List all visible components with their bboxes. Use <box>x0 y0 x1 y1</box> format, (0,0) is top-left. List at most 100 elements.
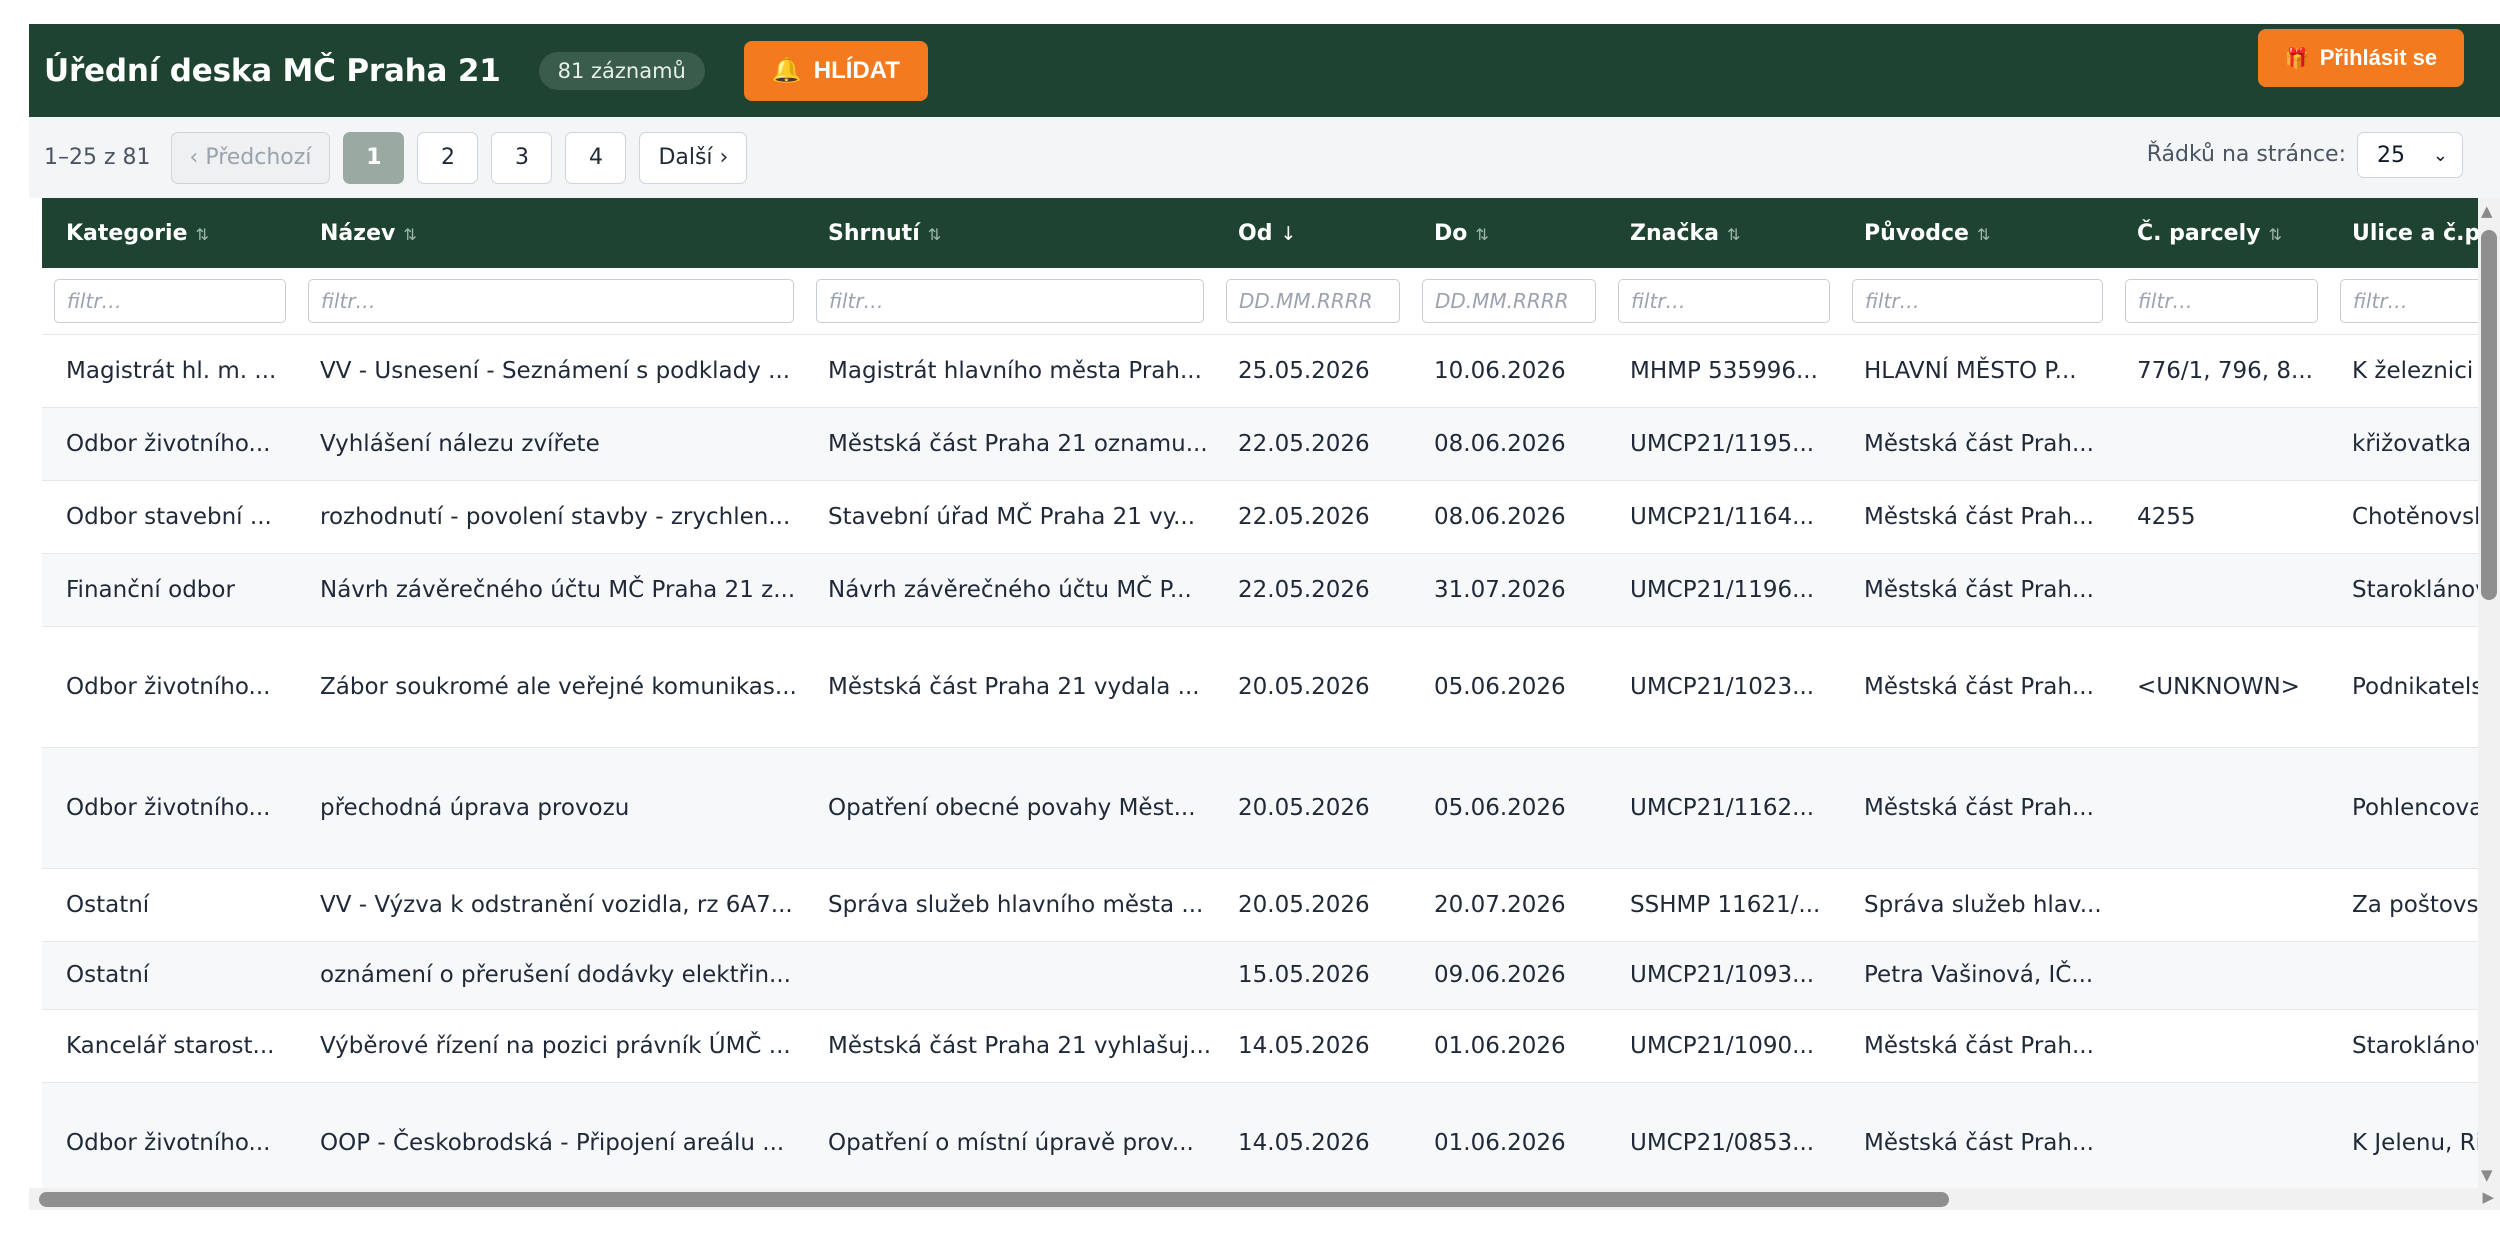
table-filter-row: filtr… filtr… filtr… DD.MM.RRRR DD.MM.RRRR fi… <box>42 268 2478 335</box>
column-header[interactable]: Značka ⇅ <box>1606 198 1840 268</box>
table-cell: UMCP21/1023... <box>1606 626 1840 748</box>
table-cell: K železnici <box>2328 334 2478 408</box>
table-cell: Výběrové řízení na pozici právník ÚMČ ..… <box>296 1009 804 1083</box>
table-cell: Městská část Prah... <box>1840 1082 2113 1188</box>
sort-icon[interactable]: ⇅ <box>403 225 416 244</box>
table-cell: Městská část Prah... <box>1840 480 2113 554</box>
table-cell: Městská část Praha 21 vyhlašuj... <box>804 1009 1214 1083</box>
page-title: Úřední deska MČ Praha 21 <box>44 52 501 89</box>
table-row[interactable]: Magistrát hl. m. ... VV - Usnesení - Sezn… <box>42 334 2478 408</box>
sort-icon[interactable]: ⇅ <box>1475 225 1488 244</box>
column-filter-input[interactable]: filtr… <box>816 278 1204 323</box>
table-cell: Odbor stavební ... <box>42 480 296 554</box>
column-filter-input[interactable]: filtr… <box>308 278 794 323</box>
filter-cell: filtr… <box>2113 268 2328 335</box>
page-button-3[interactable]: 3 <box>491 131 553 184</box>
page-button-1[interactable]: 1 <box>343 131 405 184</box>
table-cell <box>2113 553 2328 627</box>
table-row[interactable]: Odbor životního... Zábor soukromé ale veř… <box>42 626 2478 748</box>
scroll-right-icon[interactable]: ▶ <box>2482 1188 2494 1206</box>
table-cell: UMCP21/1093... <box>1606 941 1840 1010</box>
column-header[interactable]: Do ⇅ <box>1410 198 1606 268</box>
table-row[interactable]: Odbor životního... OOP - Českobrodská - P… <box>42 1082 2478 1188</box>
scroll-up-icon[interactable]: ▲ <box>2481 202 2493 220</box>
table-cell: Za poštovs <box>2328 868 2478 942</box>
column-filter-input[interactable]: filtr… <box>54 278 286 323</box>
page-button-2[interactable]: 2 <box>417 131 479 184</box>
filter-cell: filtr… <box>296 268 804 335</box>
table-cell: Ostatní <box>42 941 296 1010</box>
column-header-label: Kategorie <box>66 220 188 246</box>
column-filter-input[interactable]: filtr… <box>1852 278 2103 323</box>
horizontal-scrollbar[interactable]: ▶ <box>29 1188 2500 1210</box>
column-header[interactable]: Ulice a č.p. <box>2328 198 2478 268</box>
table-cell <box>2328 941 2478 1010</box>
watch-button-label: HLÍDAT <box>813 56 900 84</box>
table-row[interactable]: Odbor životního... Vyhlášení nálezu zvíře… <box>42 407 2478 481</box>
column-filter-input[interactable]: DD.MM.RRRR <box>1422 278 1596 323</box>
column-header[interactable]: Název ⇅ <box>296 198 804 268</box>
column-filter-input[interactable]: filtr… <box>2125 278 2318 323</box>
watch-button[interactable]: 🔔 HLÍDAT <box>743 40 928 101</box>
table-cell: Kancelář starost... <box>42 1009 296 1083</box>
table-cell: 20.07.2026 <box>1410 868 1606 942</box>
filter-cell: filtr… <box>1606 268 1840 335</box>
next-page-button[interactable]: Další › <box>639 131 748 184</box>
page-button-4[interactable]: 4 <box>565 131 627 184</box>
login-button[interactable]: 🎁 Přihlásit se <box>2258 29 2464 87</box>
table-row[interactable]: Ostatní VV - Výzva k odstranění vozidla, … <box>42 868 2478 942</box>
table-cell: Magistrát hl. m. ... <box>42 334 296 408</box>
sort-icon[interactable]: ⇅ <box>2268 225 2281 244</box>
table-cell: Chotěnovsk <box>2328 480 2478 554</box>
sort-icon[interactable]: ⇅ <box>196 225 209 244</box>
horizontal-scroll-thumb[interactable] <box>39 1192 1949 1207</box>
scroll-down-icon[interactable]: ▼ <box>2481 1166 2493 1184</box>
app-header: Úřední deska MČ Praha 21 81 záznamů 🔔 HL… <box>29 24 2500 117</box>
column-header-label: Od <box>1238 220 1273 246</box>
table-row[interactable]: Odbor životního... přechodná úprava provo… <box>42 747 2478 869</box>
table-cell: Městská část Prah... <box>1840 1009 2113 1083</box>
column-header-label: Ulice a č.p. <box>2352 220 2478 246</box>
table-cell: SSHMP 11621/... <box>1606 868 1840 942</box>
vertical-scroll-thumb[interactable] <box>2481 230 2497 600</box>
table-cell: Finanční odbor <box>42 553 296 627</box>
column-header-label: Shrnutí <box>828 220 920 246</box>
table-row[interactable]: Ostatní oznámení o přerušení dodávky elek… <box>42 941 2478 1010</box>
table-row[interactable]: Odbor stavební ... rozhodnutí - povolení … <box>42 480 2478 554</box>
record-count-badge: 81 záznamů <box>538 51 705 90</box>
column-header[interactable]: Od ↓ <box>1214 198 1410 268</box>
table-cell <box>804 941 1214 1010</box>
table-cell: Městská část Prah... <box>1840 747 2113 869</box>
rows-per-page-select[interactable]: 25 ⌄ <box>2357 132 2463 178</box>
sort-icon[interactable]: ⇅ <box>1977 225 1990 244</box>
vertical-scrollbar[interactable]: ▲ ▼ <box>2478 198 2500 1188</box>
table-cell: <UNKNOWN> <box>2113 626 2328 748</box>
table-cell: 01.06.2026 <box>1410 1009 1606 1083</box>
table-row[interactable]: Kancelář starost... Výběrové řízení na po… <box>42 1009 2478 1083</box>
table-cell: UMCP21/1162... <box>1606 747 1840 869</box>
table-cell <box>2113 868 2328 942</box>
previous-page-button[interactable]: ‹ Předchozí <box>170 131 331 184</box>
table-cell: Návrh závěrečného účtu MČ P... <box>804 553 1214 627</box>
sort-icon[interactable]: ⇅ <box>1727 225 1740 244</box>
table-cell: Návrh závěrečného účtu MČ Praha 21 z... <box>296 553 804 627</box>
table-cell: 776/1, 796, 8... <box>2113 334 2328 408</box>
table-body: Magistrát hl. m. ... VV - Usnesení - Sezn… <box>42 334 2478 1188</box>
column-filter-input[interactable]: DD.MM.RRRR <box>1226 278 1400 323</box>
column-header-label: Značka <box>1630 220 1719 246</box>
table-cell: UMCP21/1195... <box>1606 407 1840 481</box>
table-cell: 10.06.2026 <box>1410 334 1606 408</box>
column-header[interactable]: Č. parcely ⇅ <box>2113 198 2328 268</box>
table-row[interactable]: Finanční odbor Návrh závěrečného účtu MČ … <box>42 553 2478 627</box>
sort-icon[interactable]: ⇅ <box>928 225 941 244</box>
column-filter-input[interactable]: filtr… <box>2340 278 2478 323</box>
table-header-row: Kategorie ⇅ Název ⇅ Shrnutí ⇅ Od ↓ Do ⇅ Značka ⇅ Pův… <box>42 198 2478 268</box>
column-header[interactable]: Shrnutí ⇅ <box>804 198 1214 268</box>
table-cell: oznámení o přerušení dodávky elektřin... <box>296 941 804 1010</box>
table-cell: 08.06.2026 <box>1410 407 1606 481</box>
column-filter-input[interactable]: filtr… <box>1618 278 1830 323</box>
column-header[interactable]: Původce ⇅ <box>1840 198 2113 268</box>
table-cell: 09.06.2026 <box>1410 941 1606 1010</box>
column-header[interactable]: Kategorie ⇅ <box>42 198 296 268</box>
sort-descending-icon[interactable]: ↓ <box>1280 223 1296 245</box>
